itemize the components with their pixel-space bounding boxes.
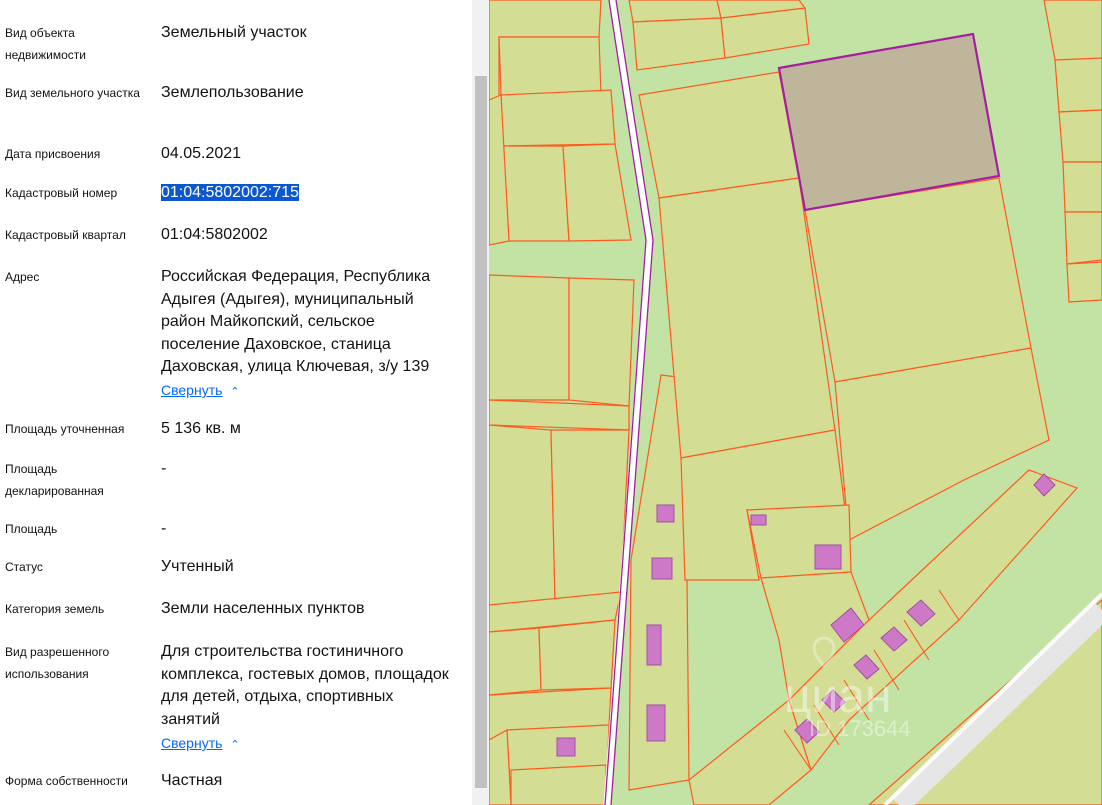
property-value: -: [161, 460, 167, 477]
cadastral-map[interactable]: циан ID 173644: [489, 0, 1102, 805]
property-label: Вид земельного участка: [5, 86, 140, 100]
parcel: [498, 36, 602, 96]
chevron-up-icon: ⌃: [230, 386, 240, 398]
parcel: [1062, 161, 1102, 213]
property-label: Адрес: [5, 270, 40, 284]
collapse-label: Свернуть: [161, 382, 223, 398]
permitted-use-value: Для строительства гостиничного комплекса…: [161, 643, 449, 728]
property-value: Земельный участок: [161, 24, 307, 41]
property-label: Вид объекта недвижимости: [5, 26, 86, 62]
parcel: [568, 277, 635, 407]
parcel: [550, 429, 630, 601]
parcel: [538, 619, 616, 691]
building: [656, 504, 675, 523]
parcel: [489, 424, 556, 606]
building: [814, 544, 842, 570]
parcel: [489, 274, 570, 401]
parcel: [510, 764, 607, 805]
property-label: Площадь уточненная: [5, 422, 125, 436]
building: [750, 514, 767, 526]
parcel: [638, 71, 800, 199]
property-value: Частная: [161, 772, 223, 789]
property-label: Кадастровый номер: [5, 186, 118, 200]
property-value: -: [161, 520, 167, 537]
parcel: [489, 627, 542, 696]
building: [556, 737, 576, 757]
parcel: [500, 89, 616, 147]
parcel: [489, 399, 630, 431]
parcel: [489, 729, 512, 805]
property-label: Категория земель: [5, 602, 105, 616]
property-label: Кадастровый квартал: [5, 228, 126, 242]
parcel: [1058, 109, 1102, 163]
scrollbar-thumb[interactable]: [475, 76, 487, 788]
property-label: Площадь: [5, 522, 58, 536]
watermark-id: ID 173644: [809, 716, 911, 741]
parcel: [804, 177, 1032, 383]
chevron-up-icon: ⌃: [230, 739, 240, 751]
property-value: Землепользование: [161, 84, 304, 101]
address-value: Российская Федерация, Республика Адыгея …: [161, 268, 431, 375]
collapse-address-button[interactable]: Свернуть ⌃: [161, 380, 240, 402]
property-value: Земли населенных пунктов: [161, 600, 365, 617]
property-label: Форма собственности: [5, 774, 128, 788]
property-details-panel: Вид объекта недвижимости Земельный участ…: [0, 0, 472, 805]
property-value: Учтенный: [161, 558, 234, 575]
property-label: Дата присвоения: [5, 147, 101, 161]
property-value: 04.05.2021: [161, 145, 242, 162]
parcel: [1066, 261, 1102, 303]
collapse-label: Свернуть: [161, 735, 223, 751]
parcel: [1054, 57, 1102, 113]
building: [646, 704, 666, 742]
parcel: [1064, 211, 1102, 265]
property-value: 01:04:5802002: [161, 226, 268, 243]
selected-text[interactable]: 01:04:5802002:715: [161, 184, 299, 201]
building: [646, 624, 662, 666]
cadastral-number-value[interactable]: 01:04:5802002:715: [161, 182, 461, 205]
parcel: [502, 145, 570, 242]
property-label: Площадь декларированная: [5, 462, 104, 498]
property-label: Статус: [5, 560, 43, 574]
property-label: Вид разрешенного использования: [5, 645, 110, 681]
collapse-permitted-use-button[interactable]: Свернуть ⌃: [161, 733, 240, 755]
building: [651, 557, 673, 580]
property-value: 5 136 кв. м: [161, 420, 241, 437]
